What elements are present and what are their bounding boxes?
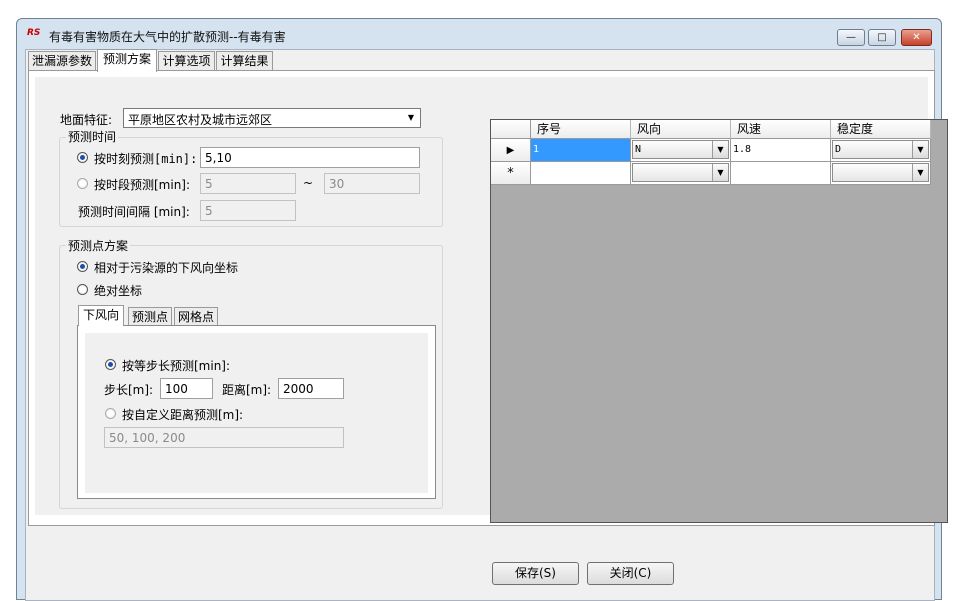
row-marker-new[interactable]: * — [491, 162, 531, 185]
step-value: 100 — [165, 382, 188, 396]
cell-seq-1[interactable]: 1 — [531, 139, 631, 162]
client-area: 泄漏源参数 预测方案 计算选项 计算结果 地面特征: 平原地区农村及城市远郊区 … — [25, 49, 948, 601]
app-icon: RS — [27, 28, 41, 38]
by-moment-label: 按时刻预测[min]: — [94, 152, 198, 166]
relative-coords-radio[interactable] — [77, 261, 88, 272]
col-header-speed[interactable]: 风速 — [731, 120, 831, 139]
stability-value-1: D — [835, 144, 842, 155]
by-period-radio[interactable] — [77, 178, 88, 189]
minimize-icon: — — [846, 32, 856, 43]
cell-speed-1-value: 1.8 — [733, 144, 752, 155]
period-to-value: 30 — [329, 177, 345, 191]
terrain-label: 地面特征: — [60, 113, 113, 127]
cell-direction-2[interactable]: ▼ — [631, 162, 731, 185]
absolute-coords-radio[interactable] — [77, 284, 88, 295]
close-button[interactable]: 关闭(C) — [587, 562, 674, 585]
maximize-icon: □ — [877, 32, 887, 43]
save-button[interactable]: 保存(S) — [492, 562, 579, 585]
row-marker-current[interactable]: ▶ — [491, 139, 531, 162]
chevron-down-icon: ▼ — [407, 113, 415, 122]
by-period-label: 按时段预测[min]: — [94, 178, 191, 192]
cell-seq-1-value: 1 — [533, 144, 540, 155]
custom-distance-radio[interactable] — [105, 408, 116, 419]
subtab-grid-points[interactable]: 网格点 — [174, 307, 218, 326]
period-from-input[interactable]: 5 — [200, 173, 296, 194]
relative-coords-label: 相对于污染源的下风向坐标 — [94, 261, 239, 275]
interval-label: 预测时间间隔 [min]: — [78, 205, 190, 219]
time-group-title: 预测时间 — [66, 128, 119, 145]
by-moment-value: 5,10 — [205, 151, 232, 165]
direction-select-2[interactable]: ▼ — [632, 163, 729, 182]
col-header-direction[interactable]: 风向 — [631, 120, 731, 139]
terrain-value: 平原地区农村及城市远郊区 — [128, 113, 273, 127]
subtab-downwind[interactable]: 下风向 — [78, 305, 124, 326]
custom-distance-input[interactable]: 50, 100, 200 — [104, 427, 344, 448]
distance-input[interactable]: 2000 — [278, 378, 344, 399]
subtab-pred-points[interactable]: 预测点 — [128, 307, 172, 326]
step-label: 步长[m]: — [104, 383, 154, 397]
close-icon: ✕ — [912, 32, 921, 43]
grid-corner — [491, 120, 531, 139]
terrain-select[interactable]: 平原地区农村及城市远郊区 ▼ — [123, 108, 421, 128]
prediction-plan-panel: 地面特征: 平原地区农村及城市远郊区 ▼ 预测时间 按时刻预测[min]: 5,… — [35, 77, 948, 523]
downwind-panel: 按等步长预测[min]: 步长[m]: 100 距离[m]: 2000 按自定义… — [85, 333, 428, 493]
cell-speed-1[interactable]: 1.8 — [731, 139, 831, 162]
weather-grid: 序号 风向 风速 稳定度 ▶ 1 N ▼ 1.8 D ▼ * ▼ ▼ — [490, 119, 948, 523]
cell-seq-2[interactable] — [531, 162, 631, 185]
custom-distance-label: 按自定义距离预测[m]: — [122, 408, 244, 422]
distance-label: 距离[m]: — [222, 383, 272, 397]
interval-value: 5 — [205, 204, 213, 218]
app-window: RS 有毒有害物质在大气中的扩散预测--有毒有害 — □ ✕ 泄漏源参数 预测方… — [16, 18, 948, 601]
minimize-button[interactable]: — — [837, 29, 865, 46]
chevron-down-icon: ▼ — [712, 164, 728, 181]
custom-distance-value: 50, 100, 200 — [109, 431, 186, 445]
distance-value: 2000 — [283, 382, 314, 396]
by-moment-input[interactable]: 5,10 — [200, 147, 420, 168]
stability-select-1[interactable]: D ▼ — [832, 140, 929, 159]
title-bar[interactable]: RS 有毒有害物质在大气中的扩散预测--有毒有害 — □ ✕ — [17, 19, 941, 49]
col-header-stability[interactable]: 稳定度 — [831, 120, 931, 139]
interval-input[interactable]: 5 — [200, 200, 296, 221]
by-moment-radio[interactable] — [77, 152, 88, 163]
point-group-title: 预测点方案 — [66, 237, 131, 254]
period-tilde: ~ — [303, 176, 314, 190]
maximize-button[interactable]: □ — [868, 29, 896, 46]
col-header-seq[interactable]: 序号 — [531, 120, 631, 139]
equal-step-label: 按等步长预测[min]: — [122, 359, 231, 373]
stability-select-2[interactable]: ▼ — [832, 163, 929, 182]
cell-speed-2[interactable] — [731, 162, 831, 185]
absolute-coords-label: 绝对坐标 — [94, 284, 143, 298]
tab-calc-results[interactable]: 计算结果 — [216, 51, 273, 71]
chevron-down-icon: ▼ — [712, 141, 728, 158]
equal-step-radio[interactable] — [105, 359, 116, 370]
period-to-input[interactable]: 30 — [324, 173, 420, 194]
step-input[interactable]: 100 — [160, 378, 213, 399]
chevron-down-icon: ▼ — [912, 141, 928, 158]
tab-panel: 地面特征: 平原地区农村及城市远郊区 ▼ 预测时间 按时刻预测[min]: 5,… — [28, 70, 948, 526]
tab-leak-source[interactable]: 泄漏源参数 — [28, 51, 96, 71]
tab-calc-options[interactable]: 计算选项 — [158, 51, 215, 71]
window-title: 有毒有害物质在大气中的扩散预测--有毒有害 — [49, 30, 286, 44]
cell-direction-1[interactable]: N ▼ — [631, 139, 731, 162]
cell-stability-1[interactable]: D ▼ — [831, 139, 931, 162]
direction-select-1[interactable]: N ▼ — [632, 140, 729, 159]
tab-prediction-plan[interactable]: 预测方案 — [97, 49, 157, 72]
subtab-panel: 按等步长预测[min]: 步长[m]: 100 距离[m]: 2000 按自定义… — [77, 325, 436, 499]
direction-value-1: N — [635, 144, 642, 155]
chevron-down-icon: ▼ — [912, 164, 928, 181]
close-window-button[interactable]: ✕ — [901, 29, 932, 46]
period-from-value: 5 — [205, 177, 213, 191]
cell-stability-2[interactable]: ▼ — [831, 162, 931, 185]
